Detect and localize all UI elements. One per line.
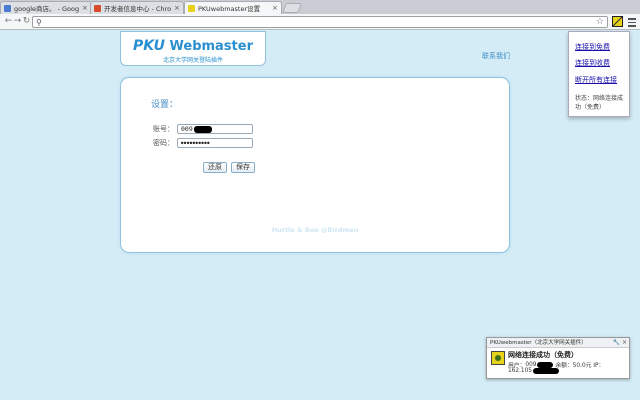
redaction-mark [193, 125, 212, 133]
tab-pkuwebmaster-settings[interactable]: PKUwebmaster设置 × [184, 1, 282, 14]
contact-us-link[interactable]: 联系我们 [482, 51, 510, 61]
chrome-web-store-favicon-icon [94, 4, 101, 12]
tab-title: google商店。 - Google [14, 5, 79, 13]
settings-title: 设置： [151, 100, 179, 110]
credit-text: Hurtle & Bee @Birdmen [271, 226, 359, 234]
wrench-icon[interactable]: 🔧 [613, 339, 620, 346]
browser-toolbar: ← → ↻ ⚲ ☆ [0, 14, 640, 30]
connection-status: 状态：网络连接成功（免费） [575, 95, 624, 111]
tab-google-store[interactable]: google商店。 - Google × [0, 1, 92, 14]
bookmark-star-icon[interactable]: ☆ [596, 17, 604, 28]
disconnect-all-link[interactable]: 断开所有连接 [575, 75, 617, 85]
address-bar[interactable]: ⚲ ☆ [32, 16, 608, 28]
tab-title: 开发者信息中心 - Chrome [104, 5, 171, 13]
logo-title: PKU Webmaster [132, 38, 253, 54]
desktop-notification: PKUwebmaster（北京大学网关插件） 🔧 × 网络连接成功（免费） 用户… [486, 337, 630, 379]
tab-title: PKUwebmaster设置 [198, 5, 261, 13]
close-icon[interactable]: × [272, 4, 278, 12]
redaction-mark [537, 361, 554, 368]
google-favicon-icon [4, 4, 11, 12]
password-row: 密码： ●●●●●●●●●● [153, 138, 253, 148]
account-row: 账号： 009 [153, 124, 253, 134]
tab-strip: google商店。 - Google × 开发者信息中心 - Chrome × … [0, 0, 640, 14]
logo-subtitle: 北京大学网关登陆插件 [162, 57, 223, 64]
save-button[interactable]: 保存 [231, 162, 255, 173]
settings-card: 设置： 账号： 009 密码： ●●●●●●●●●● 还原 保存 Hurtle … [120, 77, 510, 253]
close-icon[interactable]: × [622, 339, 627, 346]
password-label: 密码： [153, 139, 174, 147]
extension-popup: 连接到免费 连接到收费 断开所有连接 状态：网络连接成功（免费） [568, 31, 630, 117]
account-label: 账号： [153, 125, 174, 133]
restore-button[interactable]: 还原 [203, 162, 227, 173]
chrome-menu-icon[interactable] [628, 16, 637, 27]
account-input[interactable]: 009 [177, 124, 253, 134]
tab-developer-dashboard[interactable]: 开发者信息中心 - Chrome × [90, 1, 184, 14]
notification-ip-line: 162.105 [508, 368, 559, 374]
connect-free-link[interactable]: 连接到免费 [575, 42, 610, 52]
close-icon[interactable]: × [174, 4, 180, 12]
search-icon: ⚲ [36, 18, 42, 27]
new-tab-button[interactable] [282, 3, 302, 13]
logo: PKU Webmaster 北京大学网关登陆插件 [120, 31, 266, 66]
connect-paid-link[interactable]: 连接到收费 [575, 58, 610, 68]
redaction-mark [532, 368, 559, 374]
pkuwebmaster-extension-icon[interactable] [612, 16, 623, 27]
password-input[interactable]: ●●●●●●●●●● [177, 138, 253, 148]
close-icon[interactable]: × [82, 4, 88, 12]
notification-title: 网络连接成功（免费） [508, 351, 578, 359]
reload-icon[interactable]: ↻ [21, 16, 32, 27]
pkuwebmaster-notification-icon [491, 351, 505, 365]
pkuwebmaster-favicon-icon [188, 4, 195, 12]
notification-header: PKUwebmaster（北京大学网关插件） 🔧 × [487, 338, 629, 348]
